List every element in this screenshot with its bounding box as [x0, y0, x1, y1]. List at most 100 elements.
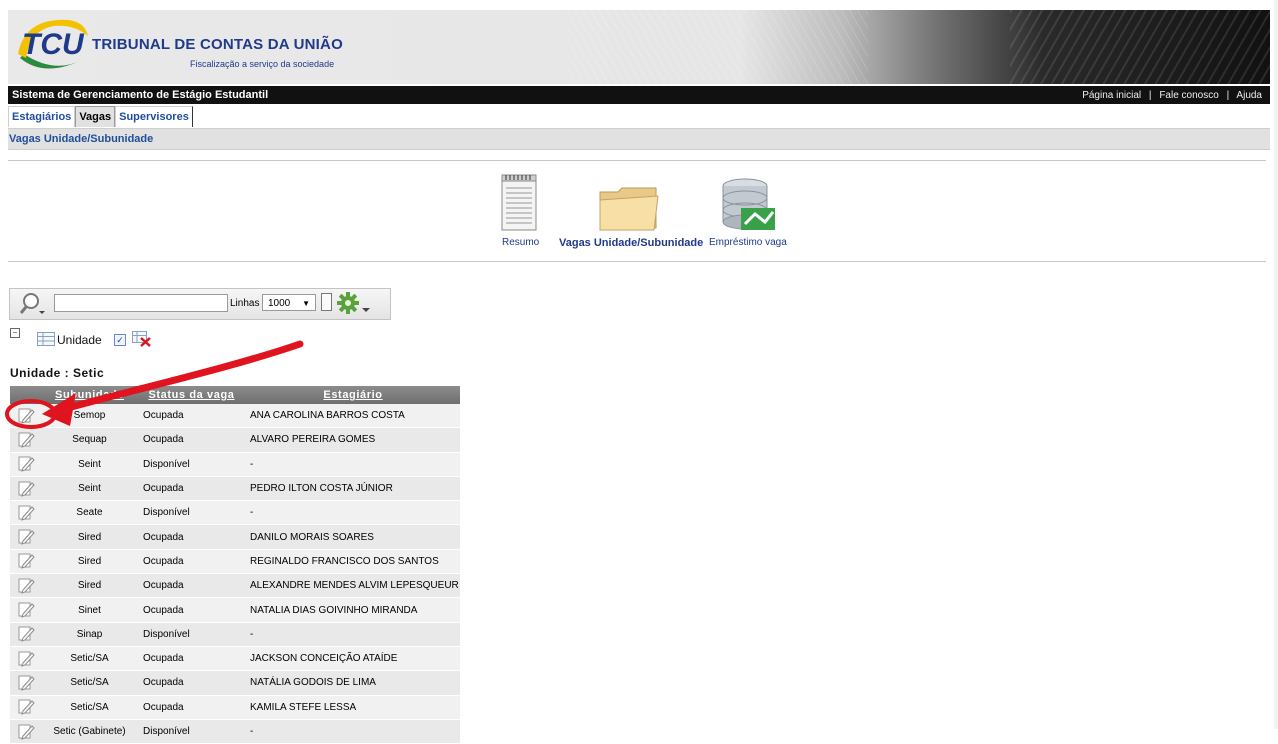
- breadcrumb-current[interactable]: Vagas Unidade/Subunidade: [9, 133, 153, 145]
- table-body: Semop Ocupada ANA CAROLINA BARROS COSTA Seq…: [10, 404, 460, 744]
- edit-cell: [10, 597, 42, 623]
- rows-select-value: 1000: [268, 298, 291, 309]
- top-links: Página inicial | Fale conosco | Ajuda: [1082, 90, 1270, 101]
- edit-icon[interactable]: [17, 481, 35, 497]
- contact-link[interactable]: Fale conosco: [1159, 90, 1218, 101]
- collapse-toggle[interactable]: −: [10, 328, 20, 338]
- edit-cell: [10, 719, 42, 744]
- site-header: TCU TRIBUNAL DE CONTAS DA UNIÃO Fiscaliz…: [8, 10, 1270, 84]
- table-row: Setic/SA Ocupada KAMILA STEFE LESSA: [10, 695, 460, 720]
- status-cell: Ocupada: [137, 404, 246, 429]
- vacancies-table: Subunidade Status da vaga Estagiário Sem…: [10, 386, 460, 744]
- estagiario-cell: NATÁLIA GODOIS DE LIMA: [246, 670, 460, 696]
- group-label: Unidade: [57, 333, 102, 347]
- tab-estagiarios[interactable]: Estagiários: [8, 106, 76, 127]
- document-icon[interactable]: [501, 174, 539, 232]
- edit-icon[interactable]: [17, 505, 35, 521]
- status-cell: Ocupada: [137, 476, 246, 502]
- logo-text: TCU: [22, 28, 85, 61]
- header-pattern: [568, 10, 868, 84]
- rows-select[interactable]: 1000 ▼: [262, 294, 316, 311]
- column-header-subunidade[interactable]: Subunidade: [42, 386, 137, 404]
- tab-supervisores[interactable]: Supervisores: [115, 106, 193, 127]
- table-row: Seint Ocupada PEDRO ILTON COSTA JÚNIOR: [10, 476, 460, 502]
- search-icon[interactable]: [20, 292, 50, 316]
- database-icon[interactable]: [721, 178, 777, 232]
- edit-icon[interactable]: [17, 675, 35, 691]
- subunidade-cell: Setic/SA: [42, 695, 137, 720]
- launcher-emprestimo-label[interactable]: Empréstimo vaga: [709, 237, 787, 248]
- edit-icon[interactable]: [17, 699, 35, 715]
- estagiario-cell: -: [246, 500, 460, 526]
- subunidade-cell: Sired: [42, 524, 137, 550]
- scrollbar[interactable]: [1274, 0, 1278, 729]
- home-link[interactable]: Página inicial: [1082, 90, 1141, 101]
- edit-icon[interactable]: [17, 651, 35, 667]
- table-row: Sinet Ocupada NATALIA DIAS GOIVINHO MIRAND…: [10, 597, 460, 623]
- status-cell: Ocupada: [137, 549, 246, 575]
- search-input[interactable]: [54, 294, 228, 312]
- edit-icon[interactable]: [17, 626, 35, 643]
- subunidade-cell: Seate: [42, 500, 137, 526]
- status-cell: Ocupada: [137, 670, 246, 696]
- tcu-logo[interactable]: TCU: [14, 14, 94, 78]
- edit-icon[interactable]: [17, 724, 35, 740]
- report-toolbar: Linhas 1000 ▼: [9, 288, 391, 320]
- edit-icon[interactable]: [17, 408, 35, 424]
- estagiario-cell: PEDRO ILTON COSTA JÚNIOR: [246, 476, 460, 502]
- edit-column-header: [10, 386, 42, 404]
- table-row: Sired Ocupada REGINALDO FRANCISCO DOS SANT…: [10, 549, 460, 575]
- edit-cell: [10, 524, 42, 550]
- edit-icon[interactable]: [17, 529, 35, 545]
- estagiario-cell: NATALIA DIAS GOIVINHO MIRANDA: [246, 597, 460, 623]
- estagiario-cell: ALEXANDRE MENDES ALVIM LEPESQUEUR: [246, 573, 460, 599]
- table-row: Seint Disponível -: [10, 452, 460, 477]
- edit-cell: [10, 670, 42, 696]
- rows-label: Linhas: [230, 298, 260, 309]
- system-name: Sistema de Gerenciamento de Estágio Estu…: [12, 89, 269, 101]
- export-button[interactable]: [321, 293, 332, 311]
- remove-grouping-icon[interactable]: [132, 331, 152, 347]
- gear-icon[interactable]: [336, 291, 372, 315]
- table-header-row: Subunidade Status da vaga Estagiário: [10, 386, 460, 404]
- status-cell: Disponível: [137, 719, 246, 744]
- column-header-status[interactable]: Status da vaga: [137, 386, 246, 404]
- status-cell: Ocupada: [137, 646, 246, 672]
- breadcrumb: Vagas Unidade/Subunidade: [8, 128, 1270, 150]
- folder-icon[interactable]: [598, 186, 660, 232]
- status-cell: Disponível: [137, 452, 246, 477]
- status-cell: Disponível: [137, 500, 246, 526]
- group-checkbox[interactable]: ✓: [114, 334, 126, 346]
- edit-cell: [10, 695, 42, 720]
- status-cell: Disponível: [137, 622, 246, 647]
- subunidade-cell: Setic/SA: [42, 646, 137, 672]
- subunidade-cell: Setic/SA: [42, 670, 137, 696]
- status-cell: Ocupada: [137, 573, 246, 599]
- status-cell: Ocupada: [137, 597, 246, 623]
- launcher-vagas-label[interactable]: Vagas Unidade/Subunidade: [559, 237, 703, 249]
- help-link[interactable]: Ajuda: [1236, 90, 1262, 101]
- edit-icon[interactable]: [17, 553, 35, 570]
- estagiario-cell: KAMILA STEFE LESSA: [246, 695, 460, 720]
- chevron-down-icon: ▼: [302, 299, 310, 308]
- subunidade-cell: Seint: [42, 452, 137, 477]
- table-row: Sinap Disponível -: [10, 622, 460, 647]
- launcher-resumo-label[interactable]: Resumo: [502, 237, 539, 248]
- column-header-estagiario[interactable]: Estagiário: [246, 386, 460, 404]
- edit-icon[interactable]: [17, 432, 35, 448]
- link-separator: |: [1226, 89, 1230, 101]
- edit-icon[interactable]: [17, 578, 35, 594]
- table-row: Setic (Gabinete) Disponível -: [10, 719, 460, 744]
- table-row: Setic/SA Ocupada NATÁLIA GODOIS DE LIMA: [10, 670, 460, 696]
- link-separator: |: [1148, 89, 1152, 101]
- edit-icon[interactable]: [17, 602, 35, 618]
- edit-cell: [10, 622, 42, 647]
- subunidade-cell: Sinet: [42, 597, 137, 623]
- tab-vagas[interactable]: Vagas: [75, 106, 116, 127]
- table-row: Seate Disponível -: [10, 500, 460, 526]
- edit-icon[interactable]: [17, 456, 35, 473]
- main-tabs: Estagiários Vagas Supervisores: [8, 106, 193, 128]
- table-row: Setic/SA Ocupada JACKSON CONCEIÇÃO ATAÍDE: [10, 646, 460, 672]
- divider: [8, 261, 1266, 262]
- subunidade-cell: Seint: [42, 476, 137, 502]
